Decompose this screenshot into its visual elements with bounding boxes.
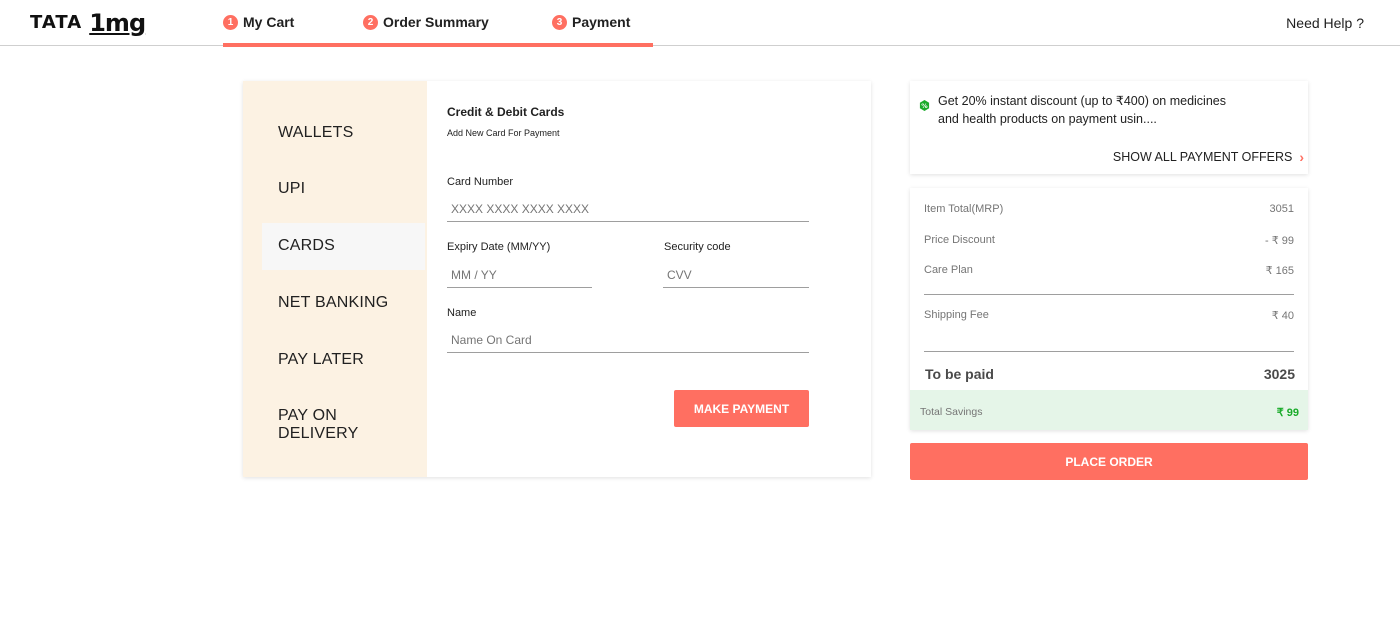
offer-text: Get 20% instant discount (up to ₹400) on… [938,94,1226,126]
method-pay-on-delivery[interactable]: PAY ON DELIVERY [262,407,382,443]
name-label: Name [447,307,477,319]
step-number-badge: 2 [363,14,378,30]
summary-row-shipping-fee: Shipping Fee ₹ 40 [924,309,1294,322]
step-number-badge: 3 [552,14,567,30]
method-net-banking[interactable]: NET BANKING [262,294,425,312]
step-order-summary[interactable]: 2 Order Summary [363,14,489,30]
summary-total-row: To be paid 3025 [925,366,1295,382]
payment-panel: WALLETS UPI CARDS NET BANKING PAY LATER … [243,81,871,477]
security-code-label: Security code [664,241,731,253]
step-label: Order Summary [383,14,489,30]
method-wallets[interactable]: WALLETS [262,124,425,142]
card-number-input[interactable] [447,196,809,222]
make-payment-button[interactable]: MAKE PAYMENT [674,390,809,427]
method-upi[interactable]: UPI [262,180,425,198]
logo-1mg-text: 1mg [89,9,146,37]
summary-value: 3051 [1269,203,1294,215]
logo-tata-text: TATA [30,12,83,33]
summary-label: Shipping Fee [924,309,989,321]
card-number-label: Card Number [447,176,514,188]
step-label: My Cart [243,14,295,30]
summary-row-price-discount: Price Discount - ₹ 99 [924,234,1294,247]
step-payment[interactable]: 3 Payment [552,14,630,30]
summary-row-item-total: Item Total(MRP) 3051 [924,203,1294,215]
show-all-offers-link[interactable]: SHOW ALL PAYMENT OFFERS › [1113,149,1304,165]
step-number-badge: 1 [223,14,238,30]
summary-label: Item Total(MRP) [924,203,1004,215]
place-order-button[interactable]: PLACE ORDER [910,443,1308,480]
tata-1mg-logo[interactable]: TATA 1mg [30,8,146,37]
total-value: 3025 [1263,366,1295,382]
total-label: To be paid [925,366,994,382]
name-on-card-input[interactable] [447,327,809,353]
svg-text:%: % [921,102,928,110]
summary-label: Price Discount [924,234,995,246]
summary-value: ₹ 40 [1271,310,1294,322]
summary-label: Care Plan [924,264,973,276]
steps-progress-bar [223,43,653,47]
form-subtitle: Add New Card For Payment [447,128,560,138]
summary-value: - ₹ 99 [1264,235,1294,247]
payment-methods-sidebar: WALLETS UPI CARDS NET BANKING PAY LATER … [243,81,427,477]
summary-divider [924,294,1294,295]
savings-label: Total Savings [920,406,983,418]
step-label: Payment [572,14,631,30]
step-my-cart[interactable]: 1 My Cart [223,14,294,30]
expiry-date-label: Expiry Date (MM/YY) [447,241,551,253]
offer-badge-icon: % [919,100,930,111]
summary-row-care-plan: Care Plan ₹ 165 [924,264,1294,277]
need-help-link[interactable]: Need Help ? [1286,15,1364,31]
expiry-date-input[interactable] [447,262,592,288]
payment-offer-card: % Get 20% instant discount (up to ₹400) … [910,81,1308,174]
security-code-input[interactable] [663,262,809,288]
method-cards[interactable]: CARDS [262,223,425,270]
form-title: Credit & Debit Cards [447,105,565,119]
total-savings-bar: Total Savings ₹ 99 [910,390,1308,430]
top-header: TATA 1mg 1 My Cart 2 Order Summary 3 Pay… [0,0,1400,47]
order-summary-card: Item Total(MRP) 3051 Price Discount - ₹ … [910,188,1308,430]
method-pay-later[interactable]: PAY LATER [262,351,425,369]
summary-value: ₹ 165 [1265,265,1294,277]
checkout-steps: 1 My Cart 2 Order Summary 3 Payment [223,0,653,47]
summary-divider [924,351,1294,352]
chevron-right-icon: › [1299,149,1304,165]
show-all-offers-label: SHOW ALL PAYMENT OFFERS [1112,150,1293,164]
savings-value: ₹ 99 [1276,407,1299,419]
